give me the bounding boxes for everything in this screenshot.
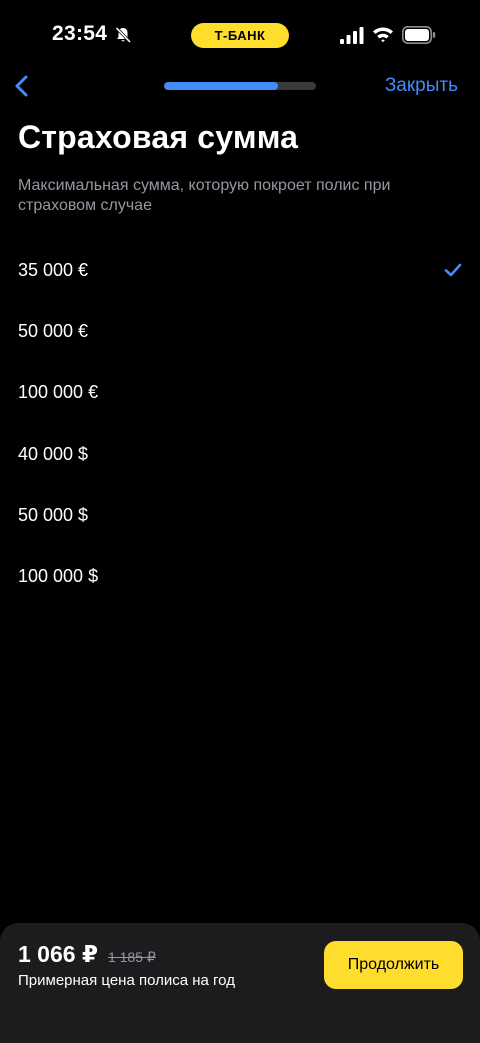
sum-options-list: 35 000 € 50 000 € 100 000 € 40 000 $ 50 … <box>0 240 480 607</box>
continue-button[interactable]: Продолжить <box>324 941 463 989</box>
option-100000-eur[interactable]: 100 000 € <box>0 362 480 423</box>
price-old: 1 185 ₽ <box>107 949 156 965</box>
option-50000-eur[interactable]: 50 000 € <box>0 301 480 362</box>
price-current: 1 066 ₽ <box>18 941 98 967</box>
screen: 23:54 Т-БАНК Закрыть Страховая сумма Мак… <box>0 0 480 1043</box>
wifi-icon <box>373 27 393 43</box>
option-label: 50 000 $ <box>18 504 89 525</box>
bell-muted-icon <box>115 26 132 44</box>
price-caption: Примерная цена полиса на год <box>18 972 235 989</box>
option-40000-usd[interactable]: 40 000 $ <box>0 424 480 485</box>
progress-bar <box>164 82 316 90</box>
brand-badge: Т-БАНК <box>191 23 289 48</box>
option-35000-eur[interactable]: 35 000 € <box>0 240 480 301</box>
chevron-left-icon[interactable] <box>10 72 34 100</box>
option-label: 100 000 € <box>18 382 99 403</box>
status-time: 23:54 <box>52 22 108 45</box>
option-100000-usd[interactable]: 100 000 $ <box>0 546 480 607</box>
option-label: 40 000 $ <box>18 443 89 464</box>
signal-icon <box>340 27 364 44</box>
checkmark-icon <box>444 263 462 277</box>
option-label: 35 000 € <box>18 260 89 281</box>
close-button[interactable]: Закрыть <box>385 75 458 97</box>
page-subtitle: Максимальная сумма, которую покроет поли… <box>18 177 391 214</box>
option-label: 50 000 € <box>18 321 89 342</box>
bottom-price-bar: 1 066 ₽ 1 185 ₽ Примерная цена полиса на… <box>0 923 480 1043</box>
page-title: Страховая сумма <box>18 119 299 155</box>
battery-icon <box>402 26 436 44</box>
progress-fill <box>164 82 278 90</box>
price-row: 1 066 ₽ 1 185 ₽ <box>18 941 156 968</box>
status-bar: 23:54 Т-БАНК <box>0 0 480 70</box>
option-50000-usd[interactable]: 50 000 $ <box>0 485 480 546</box>
option-label: 100 000 $ <box>18 566 99 587</box>
